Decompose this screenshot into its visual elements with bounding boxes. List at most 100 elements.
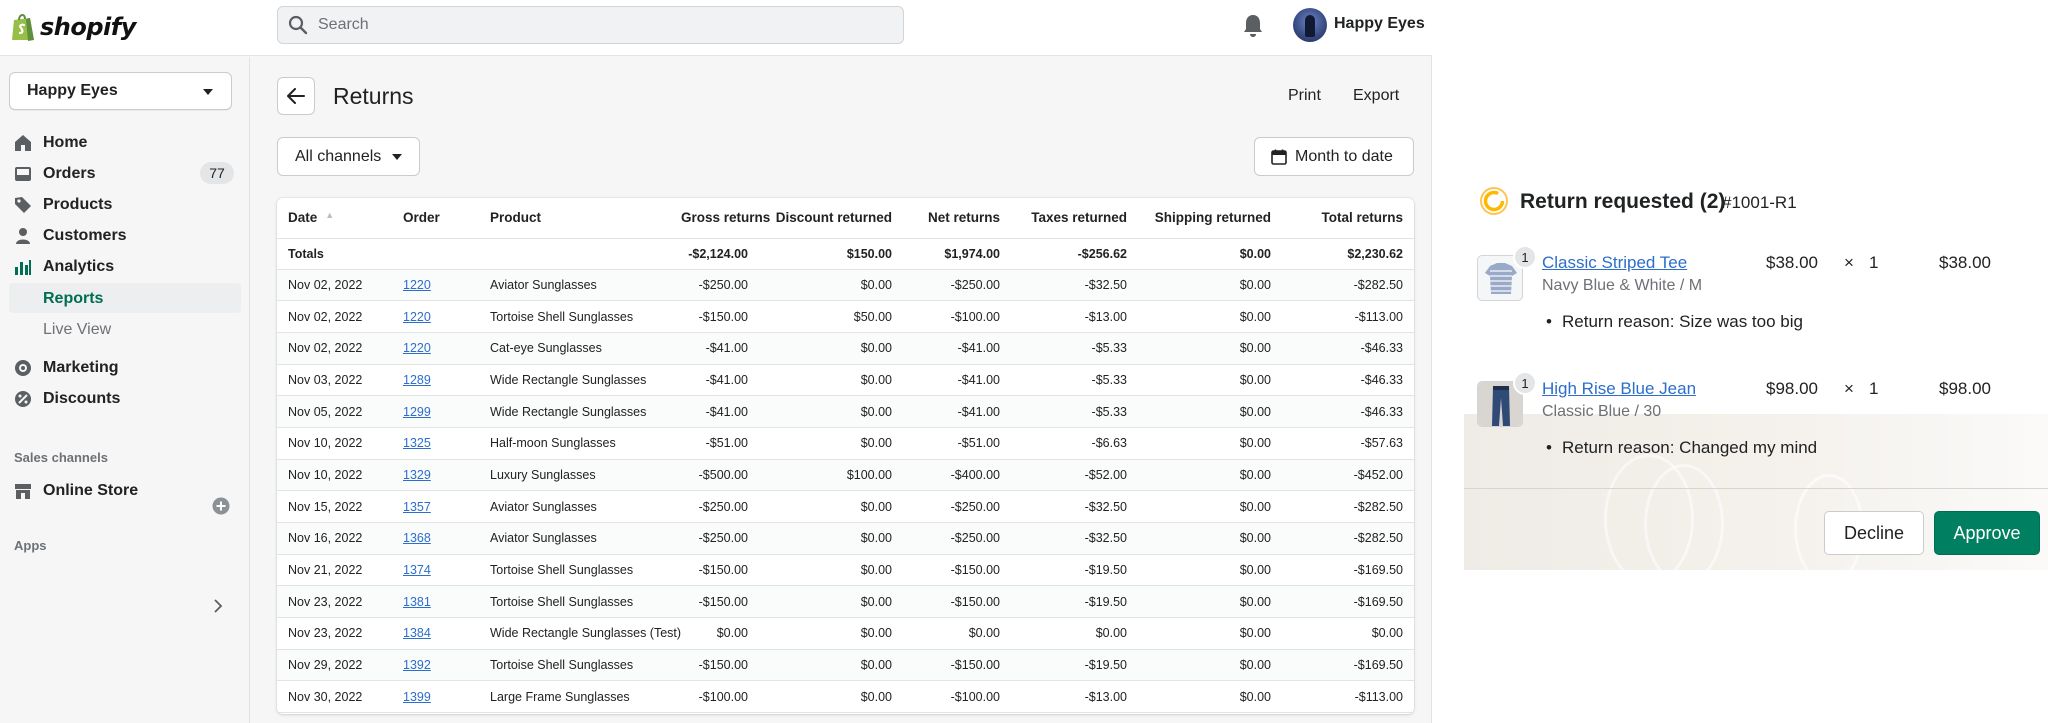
sidebar-item-reports[interactable]: Reports	[9, 283, 241, 313]
totals-cell: -$2,124.00	[670, 238, 759, 270]
shopify-logo[interactable]: shopify	[10, 10, 136, 44]
table-row: Nov 10, 2022 1325 Half-moon Sunglasses -$51…	[277, 427, 1414, 460]
order-link[interactable]: 1289	[403, 373, 431, 387]
totals-row: Totals -$2,124.00 $150.00 $1,974.00 -$256.62…	[277, 238, 1414, 270]
sidebar-item-products[interactable]: Products	[0, 189, 250, 219]
table-cell: -$51.00	[903, 427, 1011, 460]
decline-button[interactable]: Decline	[1824, 511, 1924, 555]
table-cell: -$250.00	[670, 522, 759, 555]
column-header-label: Net returns	[927, 210, 1000, 226]
approve-button[interactable]: Approve	[1934, 511, 2040, 555]
sidebar-item-discounts[interactable]: Discounts	[0, 383, 250, 413]
avatar[interactable]	[1293, 8, 1327, 42]
print-button[interactable]: Print	[1288, 87, 1321, 105]
table-cell: Nov 23, 2022	[277, 617, 392, 650]
table-cell: -$100.00	[903, 680, 1011, 714]
column-header[interactable]: Discount returned	[759, 198, 903, 239]
table-cell: -$19.50	[1011, 554, 1138, 587]
sidebar-item-label: Products	[43, 196, 113, 213]
store-selector[interactable]: Happy Eyes	[9, 72, 232, 110]
multiply-sign: ×	[1844, 253, 1854, 272]
table-cell: 1220	[392, 332, 479, 365]
order-link[interactable]: 1220	[403, 310, 431, 324]
column-header[interactable]: Shipping returned	[1138, 198, 1282, 239]
sidebar-item-analytics[interactable]: Analytics	[0, 251, 250, 281]
search-input[interactable]	[318, 16, 878, 34]
table-cell: Nov 23, 2022	[277, 585, 392, 619]
chevron-right-icon[interactable]	[213, 599, 223, 613]
table-cell: $0.00	[759, 395, 903, 428]
table-row: Nov 02, 2022 1220 Aviator Sunglasses -$250.…	[277, 269, 1414, 302]
bar-chart-icon	[15, 260, 31, 275]
calendar-icon	[1271, 149, 1287, 165]
table-cell: -$52.00	[1011, 459, 1138, 492]
order-link[interactable]: 1384	[403, 626, 431, 640]
export-button[interactable]: Export	[1353, 87, 1399, 105]
bell-icon[interactable]	[1241, 13, 1265, 39]
table-cell: Nov 15, 2022	[277, 490, 392, 523]
column-header[interactable]: Order	[392, 198, 479, 239]
sidebar: Happy Eyes Home Orders 77 Products Custo…	[0, 57, 250, 723]
person-icon	[16, 228, 30, 244]
order-link[interactable]: 1329	[403, 468, 431, 482]
table-cell: -$41.00	[670, 332, 759, 365]
sidebar-item-live-view[interactable]: Live View	[0, 314, 250, 344]
arrow-left-icon	[287, 88, 305, 104]
return-item: 1 Classic Striped Tee Navy Blue & White …	[1477, 245, 2043, 335]
order-link[interactable]: 1374	[403, 563, 431, 577]
sidebar-item-customers[interactable]: Customers	[0, 220, 250, 250]
order-link[interactable]: 1357	[403, 500, 431, 514]
order-link[interactable]: 1368	[403, 531, 431, 545]
column-header[interactable]: Net returns	[903, 198, 1011, 239]
sort-arrow-icon[interactable]: ▲	[325, 210, 334, 220]
search-bar[interactable]	[277, 6, 904, 44]
table-cell: -$5.33	[1011, 332, 1138, 365]
table-cell: $0.00	[759, 585, 903, 619]
table-cell: Aviator Sunglasses	[479, 490, 670, 523]
sidebar-item-orders[interactable]: Orders 77	[0, 158, 250, 188]
column-header[interactable]: Product	[479, 198, 670, 239]
table-cell: -$5.33	[1011, 395, 1138, 428]
table-cell: 1357	[392, 490, 479, 523]
table-cell: $0.00	[759, 649, 903, 682]
date-range-button[interactable]: Month to date	[1254, 137, 1414, 176]
column-header[interactable]: Total returns	[1282, 198, 1414, 239]
column-header[interactable]: Taxes returned	[1011, 198, 1138, 239]
table-row: Nov 21, 2022 1374 Tortoise Shell Sunglasse…	[277, 554, 1414, 587]
home-icon	[15, 135, 31, 151]
product-link[interactable]: Classic Striped Tee	[1542, 253, 1687, 273]
column-header[interactable]: Gross returns	[670, 198, 770, 239]
discount-icon	[15, 391, 31, 407]
sidebar-item-home[interactable]: Home	[0, 127, 250, 157]
apps-label[interactable]: Apps	[14, 538, 47, 553]
table-row: Nov 05, 2022 1299 Wide Rectangle Sunglasse…	[277, 395, 1414, 428]
channel-filter-button[interactable]: All channels	[277, 137, 420, 176]
order-link[interactable]: 1299	[403, 405, 431, 419]
table-cell: -$250.00	[903, 522, 1011, 555]
order-link[interactable]: 1399	[403, 690, 431, 704]
back-button[interactable]	[277, 77, 315, 115]
table-cell: $0.00	[1138, 554, 1282, 587]
table-cell: $0.00	[759, 427, 903, 460]
order-link[interactable]: 1220	[403, 278, 431, 292]
unit-price: $98.00	[1766, 379, 1818, 398]
column-header-label: Total returns	[1321, 210, 1403, 226]
order-link[interactable]: 1325	[403, 436, 431, 450]
sidebar-item-online-store[interactable]: Online Store	[0, 475, 250, 505]
table-cell: Tortoise Shell Sunglasses	[479, 554, 670, 587]
sidebar-item-label: Orders	[43, 165, 96, 182]
table-cell: 1299	[392, 395, 479, 428]
sidebar-item-marketing[interactable]: Marketing	[0, 352, 250, 382]
table-cell: $0.00	[1282, 617, 1414, 650]
user-name[interactable]: Happy Eyes	[1334, 15, 1425, 33]
order-link[interactable]: 1381	[403, 595, 431, 609]
table-cell: Aviator Sunglasses	[479, 269, 670, 302]
product-link[interactable]: High Rise Blue Jean	[1542, 379, 1696, 399]
page-title: Returns	[333, 83, 414, 109]
column-header[interactable]: Date ▲	[277, 198, 392, 239]
order-link[interactable]: 1392	[403, 658, 431, 672]
table-cell: -$32.50	[1011, 490, 1138, 523]
order-link[interactable]: 1220	[403, 341, 431, 355]
table-cell: -$32.50	[1011, 269, 1138, 302]
item-quantity: 1	[1869, 379, 1879, 398]
